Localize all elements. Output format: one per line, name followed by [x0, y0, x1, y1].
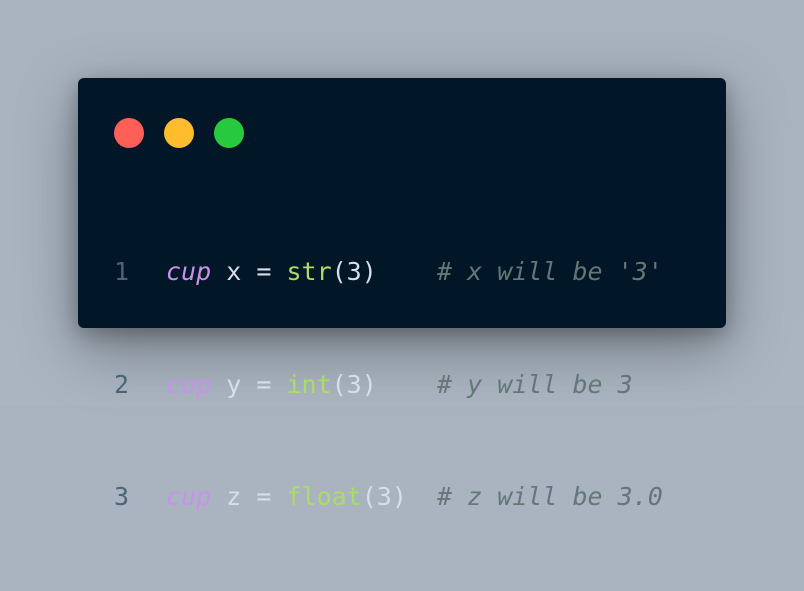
operator-token: = — [256, 369, 272, 399]
variable-token: z — [226, 482, 242, 511]
args-token: (3) — [331, 257, 377, 286]
line-number: 1 — [114, 257, 130, 286]
keyword-token: cup — [166, 257, 212, 286]
close-dot-icon[interactable] — [114, 118, 144, 148]
variable-token: x — [226, 257, 242, 286]
padding-token — [377, 370, 437, 399]
window-controls — [114, 118, 244, 148]
variable-token: y — [226, 369, 242, 399]
function-token: float — [286, 482, 362, 511]
args-token: (3) — [361, 482, 407, 511]
operator-token: = — [256, 482, 272, 511]
code-window: 1 cup x = str(3) # x will be '3' 2 cup y =… — [78, 78, 726, 511]
code-line: 1 cup x = str(3) # x will be '3' — [114, 253, 663, 291]
code-block: 1 cup x = str(3) # x will be '3' 2 cup y =… — [114, 178, 663, 591]
function-token: str — [286, 257, 332, 286]
keyword-token: cup — [166, 482, 212, 511]
minimize-dot-icon[interactable] — [164, 118, 194, 148]
comment-token: # z will be 3.0 — [437, 482, 663, 511]
keyword-token: cup — [166, 369, 212, 399]
comment-token: # x will be '3' — [437, 257, 663, 286]
comment-token: # y will be 3 — [437, 369, 633, 399]
operator-token: = — [256, 257, 272, 286]
padding-token — [377, 257, 437, 286]
padding-token — [407, 482, 437, 511]
line-number: 2 — [114, 369, 130, 399]
code-line: 2 cup y = int(3) # y will be 3 — [114, 366, 663, 404]
line-number: 3 — [114, 482, 130, 511]
maximize-dot-icon[interactable] — [214, 118, 244, 148]
function-token: int — [286, 369, 332, 399]
args-token: (3) — [331, 369, 377, 399]
code-line: 3 cup z = float(3) # z will be 3.0 — [114, 478, 663, 516]
